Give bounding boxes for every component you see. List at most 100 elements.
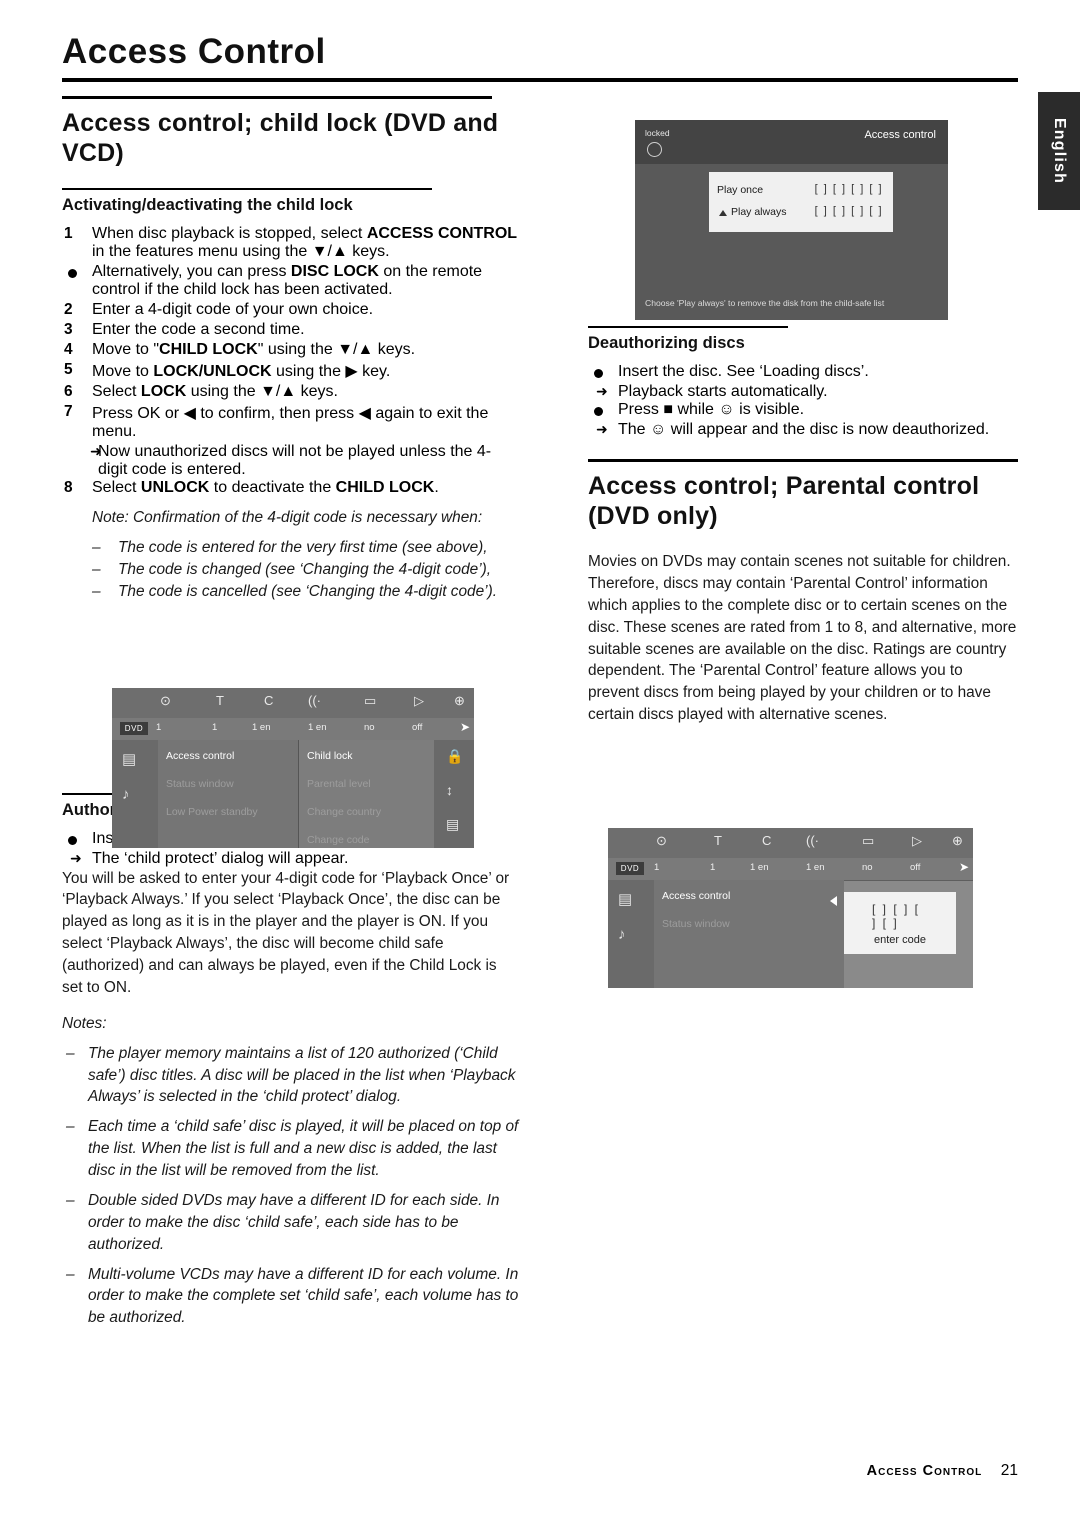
step-7-result: ➜ Now unauthorized discs will not be pla… bbox=[62, 443, 520, 479]
step-1-text-bold: ACCESS CONTROL bbox=[366, 225, 518, 242]
audio-icon[interactable]: ((· bbox=[806, 833, 819, 848]
arrow-icon: ➜ bbox=[70, 849, 82, 866]
title-icon[interactable]: T bbox=[714, 833, 722, 848]
dash-marker: – bbox=[66, 1265, 75, 1283]
osd-menu-column: Access control Status window bbox=[654, 880, 844, 988]
dash-marker: – bbox=[92, 582, 101, 600]
step-2-text: Enter a 4-digit code of your own choice. bbox=[92, 301, 374, 318]
note-dash-1: – The code is entered for the very first… bbox=[62, 537, 520, 559]
step-2: 2 Enter a 4-digit code of your own choic… bbox=[62, 301, 520, 319]
menu-item-low-power-standby[interactable]: Low Power standby bbox=[166, 806, 258, 818]
stop-icon: ■ bbox=[663, 401, 674, 418]
disc-icon[interactable]: ⊙ bbox=[160, 693, 171, 709]
bullet-alt-text-a: Alternatively, you can press bbox=[92, 263, 291, 280]
step-5: 5 Move to LOCK/UNLOCK using the ▶ key. bbox=[62, 361, 520, 381]
list-icon: ▤ bbox=[446, 816, 460, 832]
osd-side-column: ▤ ♪ bbox=[112, 740, 159, 848]
section-divider-parental bbox=[588, 459, 1018, 462]
auth-arrow: ➜ The ‘child protect’ dialog will appear… bbox=[62, 850, 520, 868]
note-dash-1-text: The code is entered for the very first t… bbox=[118, 538, 488, 556]
osd-enter-code-panel: [ ] [ ] [ ] [ ] enter code bbox=[844, 892, 956, 954]
auth-note-1: – The player memory maintains a list of … bbox=[62, 1043, 520, 1109]
audio-icon[interactable]: ((· bbox=[308, 693, 321, 708]
auth-body: You will be asked to enter your 4-digit … bbox=[62, 869, 510, 996]
deauth-b2-c: is visible. bbox=[734, 401, 805, 418]
step-1-text-b: in the features menu using the ▼/▲ keys. bbox=[92, 243, 390, 260]
updown-icon: ↕ bbox=[446, 782, 453, 798]
step-1: 1 When disc playback is stopped, select … bbox=[62, 225, 520, 261]
step-6-text-a: Select bbox=[92, 383, 141, 400]
disc-icon[interactable]: ⊙ bbox=[656, 833, 667, 849]
osd-parental-menu-screenshot: ⊙ T C ((· ▭ ▷ ⊕ 1 1 1 en 1 en no off DVD… bbox=[608, 828, 973, 988]
page-footer: Access Control 21 bbox=[0, 1462, 1018, 1480]
sound-icon[interactable]: ♪ bbox=[122, 786, 130, 803]
lock-icon: 🔒 bbox=[446, 748, 464, 764]
chapter-icon[interactable]: C bbox=[264, 693, 273, 708]
bullet-dot-icon bbox=[68, 835, 77, 845]
bullet-dot-icon bbox=[68, 269, 77, 278]
zoom-icon[interactable]: ⊕ bbox=[952, 833, 963, 849]
submenu-item-child-lock[interactable]: Child lock bbox=[307, 750, 353, 762]
value-audio: 1 en bbox=[750, 862, 769, 873]
subsection-divider-activating bbox=[62, 188, 432, 190]
title-icon[interactable]: T bbox=[216, 693, 224, 708]
osd-submenu-column: Child lock Parental level Change country… bbox=[298, 740, 435, 848]
footer-page-number: 21 bbox=[1000, 1462, 1018, 1479]
step-5-text-bold: LOCK/UNLOCK bbox=[153, 363, 272, 380]
submenu-item-parental-level[interactable]: Parental level bbox=[307, 778, 371, 790]
step-4-text-b: " using the ▼/▲ keys. bbox=[257, 341, 416, 358]
sound-icon[interactable]: ♪ bbox=[618, 926, 626, 943]
step-3-text: Enter the code a second time. bbox=[92, 321, 305, 338]
deauth-a2-a: The bbox=[618, 421, 651, 438]
step-6-number: 6 bbox=[64, 383, 73, 400]
step-6-text-b: using the ▼/▲ keys. bbox=[186, 383, 338, 400]
osd-code-boxes[interactable]: [ ] [ ] [ ] [ ] bbox=[872, 902, 928, 930]
step-7-result-text: Now unauthorized discs will not be playe… bbox=[98, 443, 492, 478]
bullet-dot-icon bbox=[594, 407, 603, 416]
subtitle-icon[interactable]: ▭ bbox=[364, 693, 376, 709]
osd-code-boxes-once[interactable]: [ ] [ ] [ ] [ ] bbox=[815, 183, 883, 195]
bullet-dot-icon bbox=[594, 369, 603, 378]
subsection-heading-deauthorizing: Deauthorizing discs bbox=[588, 334, 745, 352]
angle-icon[interactable]: ▷ bbox=[912, 833, 922, 849]
step-2-number: 2 bbox=[64, 301, 73, 318]
step-4: 4 Move to "CHILD LOCK" using the ▼/▲ key… bbox=[62, 341, 520, 359]
deauth-a2-b: will appear and the disc is now deauthor… bbox=[666, 421, 990, 438]
step-6-text-bold: LOCK bbox=[140, 383, 187, 400]
selector-triangle-icon bbox=[719, 210, 727, 216]
menu-item-status-window[interactable]: Status window bbox=[166, 778, 234, 790]
angle-icon[interactable]: ▷ bbox=[414, 693, 424, 709]
auth-note-1-text: The player memory maintains a list of 12… bbox=[88, 1044, 516, 1106]
auth-note-2: – Each time a ‘child safe’ disc is playe… bbox=[62, 1116, 520, 1182]
subtitle-icon[interactable]: ▭ bbox=[862, 833, 874, 849]
step-5-text-b: using the ▶ key. bbox=[271, 363, 391, 380]
osd-row-play-once[interactable]: Play once bbox=[717, 184, 763, 196]
step-7-number: 7 bbox=[64, 403, 73, 420]
auth-note-4: – Multi-volume VCDs may have a different… bbox=[62, 1264, 520, 1330]
next-arrow-icon[interactable]: ➤ bbox=[959, 860, 969, 874]
smiley-icon: ☺ bbox=[718, 401, 735, 418]
picture-icon[interactable]: ▤ bbox=[122, 750, 136, 768]
step-8-text-a: Select bbox=[92, 479, 141, 496]
zoom-icon[interactable]: ⊕ bbox=[454, 693, 465, 709]
osd-row-play-always[interactable]: Play always bbox=[731, 206, 786, 218]
notes-label: Notes: bbox=[62, 1014, 107, 1032]
step-4-text-a: Move to " bbox=[92, 341, 160, 358]
osd-icon-bar: ⊙ T C ((· ▭ ▷ ⊕ bbox=[112, 688, 474, 718]
submenu-item-change-code[interactable]: Change code bbox=[307, 834, 369, 846]
parental-body: Movies on DVDs may contain scenes not su… bbox=[588, 553, 1017, 724]
osd-enter-code-label: enter code bbox=[874, 934, 926, 946]
submenu-item-change-country[interactable]: Change country bbox=[307, 806, 381, 818]
next-arrow-icon[interactable]: ➤ bbox=[460, 720, 470, 734]
step-3: 3 Enter the code a second time. bbox=[62, 321, 520, 339]
auth-note-3: – Double sided DVDs may have a different… bbox=[62, 1190, 520, 1256]
picture-icon[interactable]: ▤ bbox=[618, 890, 632, 908]
menu-item-access-control[interactable]: Access control bbox=[166, 750, 234, 762]
menu-item-access-control[interactable]: Access control bbox=[662, 890, 730, 902]
subsection-divider-deauthorizing bbox=[588, 326, 788, 328]
step-3-number: 3 bbox=[64, 321, 73, 338]
osd-icon-bar: ⊙ T C ((· ▭ ▷ ⊕ bbox=[608, 828, 973, 858]
osd-code-boxes-always[interactable]: [ ] [ ] [ ] [ ] bbox=[815, 205, 883, 217]
chapter-icon[interactable]: C bbox=[762, 833, 771, 848]
menu-item-status-window[interactable]: Status window bbox=[662, 918, 730, 930]
